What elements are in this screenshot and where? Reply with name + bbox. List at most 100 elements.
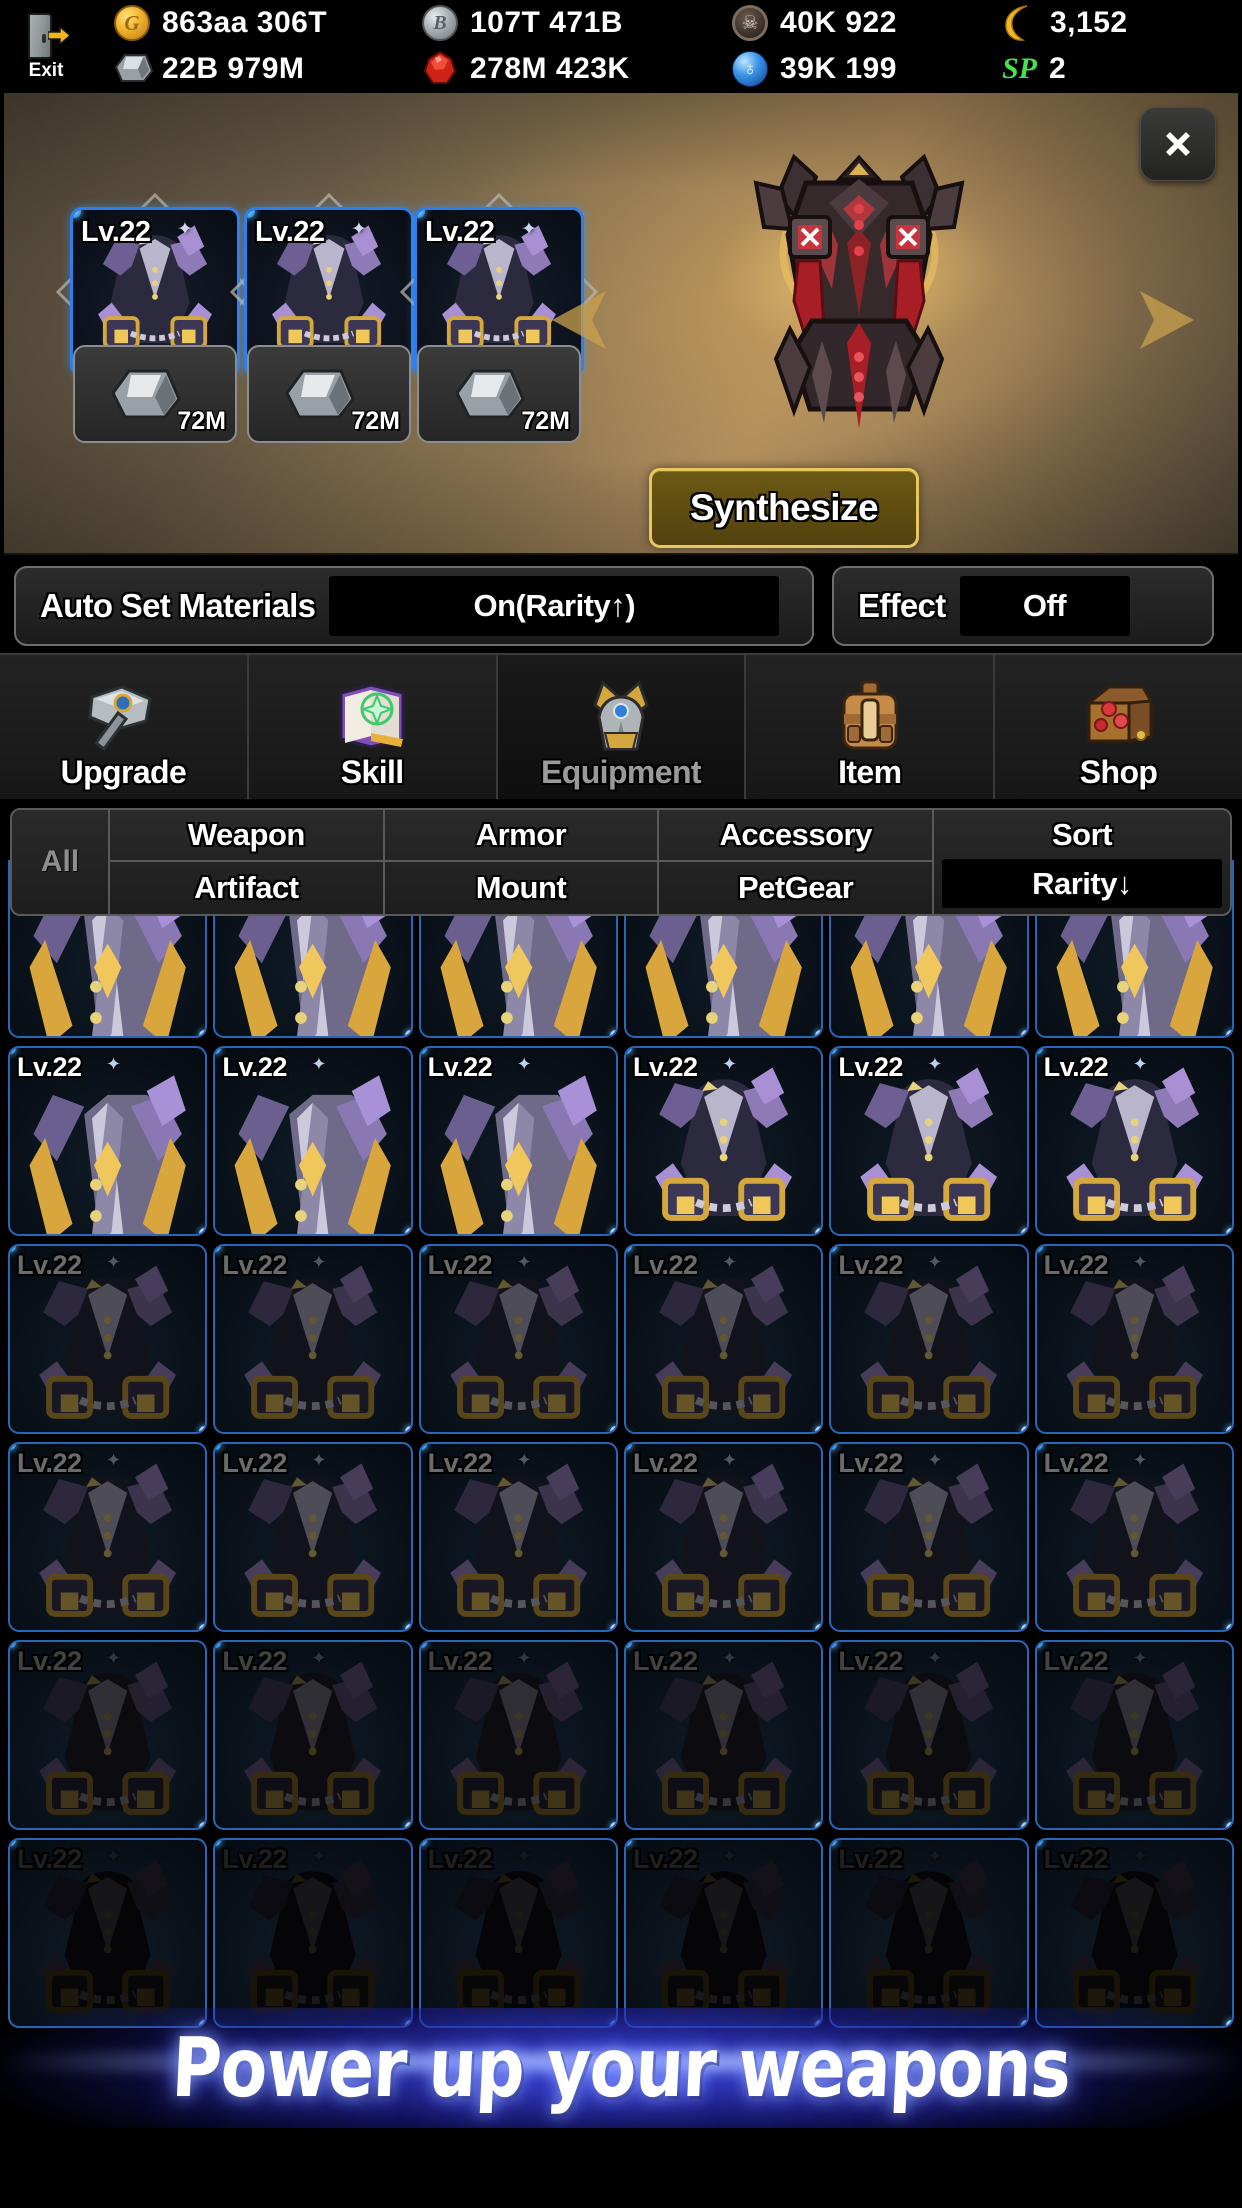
inventory-grid: Lv.22 ✦ Lv.22 ✦ Lv.22 ✦ Lv.22 ✦ Lv.22 ✦ (8, 860, 1234, 2028)
item-level: Lv.22 (632, 1250, 698, 1280)
inventory-item[interactable]: Lv.22 ✦ (213, 1640, 413, 1830)
tab-equipment[interactable]: Equipment (497, 655, 747, 799)
inventory-item[interactable]: Lv.22 ✦ (418, 1838, 618, 2028)
filter-artifact[interactable]: Artifact (110, 862, 385, 914)
skillbook-icon (249, 676, 496, 754)
inventory-item[interactable]: Lv.22 ✦ (418, 1244, 618, 1434)
silver-ingot-icon (114, 51, 154, 87)
material-cost-1: 72M (73, 345, 237, 443)
inventory-item[interactable]: Lv.22 ✦ (1034, 1442, 1234, 1632)
material-star-icon: ✦ (177, 219, 193, 240)
item-level: Lv.22 (1043, 1448, 1109, 1478)
item-star-icon: ✦ (927, 1648, 943, 1668)
synthesis-result-preview (552, 133, 1194, 433)
inventory-item[interactable]: Lv.22 ✦ (213, 1046, 413, 1236)
inventory-grid-container[interactable]: Lv.22 ✦ Lv.22 ✦ Lv.22 ✦ Lv.22 ✦ Lv.22 ✦ (0, 860, 1242, 2208)
sort-value[interactable]: Rarity↓ (942, 859, 1222, 908)
item-level: Lv.22 (1043, 1250, 1109, 1280)
synthesize-button[interactable]: Synthesize (649, 468, 919, 548)
cost-value: 72M (351, 407, 400, 435)
sort-label: Sort (1052, 816, 1113, 852)
filter-petgear[interactable]: PetGear (659, 862, 934, 914)
effect-toggle[interactable]: Effect Off (832, 566, 1214, 646)
inventory-item[interactable]: Lv.22 ✦ (213, 1442, 413, 1632)
game-screen: Exit G 863aa 306T 22B 979M B 107T 471B 2… (0, 0, 1242, 2208)
inventory-item[interactable]: Lv.22 ✦ (8, 1244, 208, 1434)
close-icon (1166, 132, 1190, 156)
filter-mount[interactable]: Mount (385, 862, 660, 914)
inventory-item[interactable]: Lv.22 ✦ (8, 1640, 208, 1830)
filter-armor[interactable]: Armor (384, 810, 660, 862)
inventory-item[interactable]: Lv.22 ✦ (418, 1442, 618, 1632)
effect-value[interactable]: Off (959, 576, 1130, 636)
inventory-item[interactable]: Lv.22 ✦ (1034, 1046, 1234, 1236)
item-star-icon: ✦ (311, 1846, 327, 1866)
item-level: Lv.22 (427, 1844, 493, 1874)
inventory-item[interactable]: Lv.22 ✦ (8, 1838, 208, 2028)
inventory-item[interactable]: Lv.22 ✦ (623, 1442, 824, 1632)
inventory-item[interactable]: Lv.22 ✦ (213, 1838, 413, 2028)
inventory-item[interactable]: Lv.22 ✦ (829, 1640, 1029, 1830)
silver-ingot-icon (455, 369, 525, 419)
inventory-item[interactable]: Lv.22 ✦ (623, 1046, 824, 1236)
inventory-item[interactable]: Lv.22 ✦ (8, 1046, 208, 1236)
inventory-item[interactable]: Lv.22 ✦ (418, 1640, 618, 1830)
item-level: Lv.22 (838, 1052, 903, 1082)
resource-topbar: Exit G 863aa 306T 22B 979M B 107T 471B 2… (0, 0, 1242, 92)
material-star-icon: ✦ (521, 219, 537, 240)
sort-control: Sort Rarity↓ (934, 810, 1230, 914)
exit-button[interactable]: Exit (0, 0, 92, 92)
material-level: Lv.22 (81, 216, 151, 248)
inventory-item[interactable]: Lv.22 ✦ (1034, 1838, 1234, 2028)
auto-set-materials-label: Auto Set Materials (40, 587, 316, 624)
tab-label: Equipment (541, 754, 702, 790)
material-level: Lv.22 (425, 216, 495, 248)
item-level: Lv.22 (427, 1052, 493, 1082)
item-star-icon: ✦ (721, 1054, 738, 1074)
exit-label: Exit (28, 59, 64, 81)
filter-accessory[interactable]: Accessory (659, 810, 934, 862)
item-star-icon: ✦ (106, 1450, 122, 1470)
filter-all[interactable]: All (12, 810, 110, 914)
item-star-icon: ✦ (516, 1054, 532, 1074)
inventory-item[interactable]: Lv.22 ✦ (1034, 1640, 1234, 1830)
tab-upgrade[interactable]: Upgrade (0, 655, 249, 799)
item-star-icon: ✦ (516, 1846, 532, 1866)
item-star-icon: ✦ (516, 1252, 532, 1272)
close-button[interactable] (1140, 107, 1216, 181)
inventory-item[interactable]: Lv.22 ✦ (8, 1442, 208, 1632)
item-star-icon: ✦ (311, 1648, 327, 1668)
resource-list: G 863aa 306T 22B 979M B 107T 471B 278M 4… (92, 0, 1242, 92)
inventory-item[interactable]: Lv.22 ✦ (623, 1244, 824, 1434)
filter-category-grid: Weapon Armor Accessory Artifact Mount Pe… (110, 810, 934, 914)
item-level: Lv.22 (1043, 1646, 1109, 1676)
resource-silver-coin: B 107T 471B (422, 3, 732, 43)
nav-tab-bar: Upgrade Skill Equipment Item Shop (0, 653, 1242, 801)
item-level: Lv.22 (632, 1052, 698, 1082)
tab-shop[interactable]: Shop (995, 655, 1242, 799)
item-level: Lv.22 (632, 1844, 698, 1874)
inventory-item[interactable]: Lv.22 ✦ (829, 1838, 1029, 2028)
tab-label: Upgrade (60, 754, 187, 790)
filter-weapon[interactable]: Weapon (110, 810, 385, 862)
blue-orb-icon: ♁ (732, 51, 768, 87)
tab-skill[interactable]: Skill (248, 655, 498, 799)
inventory-item[interactable]: Lv.22 ✦ (829, 1244, 1029, 1434)
inventory-item[interactable]: Lv.22 ✦ (829, 1046, 1029, 1236)
inventory-item[interactable]: Lv.22 ✦ (213, 1244, 413, 1434)
tab-item[interactable]: Item (746, 655, 996, 799)
item-level: Lv.22 (427, 1448, 493, 1478)
auto-set-materials-value[interactable]: On(Rarity↑) (329, 576, 780, 636)
inventory-item[interactable]: Lv.22 ✦ (1034, 1244, 1234, 1434)
inventory-item[interactable]: Lv.22 ✦ (418, 1046, 618, 1236)
item-level: Lv.22 (222, 1646, 287, 1676)
auto-set-materials-toggle[interactable]: Auto Set Materials On(Rarity↑) (14, 566, 814, 646)
inventory-item[interactable]: Lv.22 ✦ (829, 1442, 1029, 1632)
resource-gold: G 863aa 306T (114, 3, 422, 43)
item-level: Lv.22 (17, 1052, 82, 1082)
resource-gem: 278M 423K (422, 49, 732, 89)
resource-sp: SP 2 (1002, 49, 1242, 89)
inventory-item[interactable]: Lv.22 ✦ (623, 1838, 824, 2028)
arrow-left-decoration (552, 291, 606, 349)
inventory-item[interactable]: Lv.22 ✦ (623, 1640, 824, 1830)
